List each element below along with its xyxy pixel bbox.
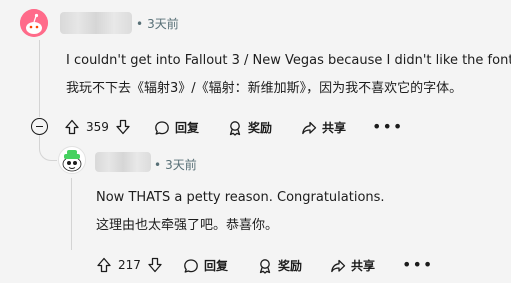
reply-button[interactable]: 回复 xyxy=(154,119,199,136)
share-label: 共享 xyxy=(322,121,347,135)
award-label: 奖励 xyxy=(278,259,303,273)
comment-timestamp: 3天前 xyxy=(147,17,179,31)
comment-text-zh: 我玩不下去《辐射3》/《辐射：新维加斯》，因为我不喜欢它的字体。 xyxy=(66,81,463,96)
thread-line[interactable] xyxy=(39,40,40,117)
vote-count: 217 xyxy=(118,258,141,272)
reply-text-en: Now THATS a petty reason. Congratulation… xyxy=(96,190,385,205)
award-label: 奖励 xyxy=(248,121,273,135)
username-redacted[interactable] xyxy=(95,152,151,172)
avatar[interactable] xyxy=(20,9,48,37)
award-icon xyxy=(229,120,241,136)
thread-connector xyxy=(39,135,57,161)
award-icon xyxy=(259,258,271,274)
share-icon xyxy=(331,259,346,272)
reply-meta: • 3天前 xyxy=(154,156,197,173)
thread-line[interactable] xyxy=(71,178,72,250)
reply-text-zh: 这理由也太牵强了吧。恭喜你。 xyxy=(96,218,279,233)
reply-timestamp: 3天前 xyxy=(165,158,197,172)
comment-text-en: I couldn't get into Fallout 3 / New Vega… xyxy=(66,53,511,68)
username-redacted[interactable] xyxy=(60,12,132,34)
reply-button[interactable]: 回复 xyxy=(183,257,228,274)
downvote-icon[interactable] xyxy=(115,119,131,135)
award-button[interactable]: 奖励 xyxy=(257,257,302,274)
more-icon[interactable]: ••• xyxy=(402,257,433,273)
more-icon[interactable]: ••• xyxy=(372,119,403,135)
comment-meta: • 3天前 xyxy=(136,15,179,32)
reply-label: 回复 xyxy=(204,259,229,273)
comment-icon xyxy=(155,120,169,135)
vote-bar: 359 xyxy=(64,119,131,135)
comment-icon xyxy=(184,258,198,273)
downvote-icon[interactable] xyxy=(147,257,163,273)
upvote-icon[interactable] xyxy=(64,119,80,135)
vote-bar: 217 xyxy=(96,257,163,273)
share-button[interactable]: 共享 xyxy=(330,257,375,274)
award-button[interactable]: 奖励 xyxy=(227,119,272,136)
reply-label: 回复 xyxy=(175,121,200,135)
upvote-icon[interactable] xyxy=(96,257,112,273)
collapse-icon[interactable] xyxy=(31,118,48,135)
separator-dot: • xyxy=(154,158,162,172)
share-button[interactable]: 共享 xyxy=(301,119,346,136)
share-icon xyxy=(302,121,317,134)
avatar[interactable] xyxy=(58,146,86,174)
separator-dot: • xyxy=(136,17,144,31)
snoo-avatar-icon xyxy=(62,150,82,172)
share-label: 共享 xyxy=(351,259,376,273)
vote-count: 359 xyxy=(86,120,109,134)
snoo-avatar-icon xyxy=(20,9,48,37)
